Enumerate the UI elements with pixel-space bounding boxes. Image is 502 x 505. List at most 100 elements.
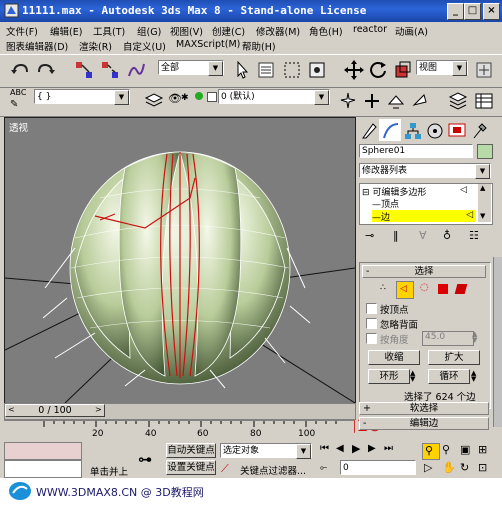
perspective-viewport[interactable]: 透视: [4, 117, 356, 404]
menu-rendering[interactable]: 渲染(R): [79, 39, 112, 53]
layers-toolbar-button[interactable]: [446, 89, 470, 113]
window-crossing-button[interactable]: [305, 58, 329, 82]
ring-spinner[interactable]: ▲ ▼: [410, 370, 415, 383]
object-name-field[interactable]: Sphere01: [359, 144, 473, 158]
schematic-view-button[interactable]: [472, 89, 496, 113]
menu-reactor[interactable]: reactor: [353, 24, 387, 35]
play-icon[interactable]: ▶: [352, 442, 360, 455]
prompt-line[interactable]: [4, 460, 82, 478]
eye-icon[interactable]: 👁: [168, 92, 182, 105]
vertex-mode-icon[interactable]: ∴: [380, 283, 386, 293]
collapse-icon[interactable]: ⊟: [362, 188, 370, 198]
zoom-all-icon[interactable]: ⚲: [442, 443, 450, 456]
auto-key-button[interactable]: 自动关键点: [166, 443, 216, 458]
select-and-link-button[interactable]: [72, 58, 96, 82]
freeze-icon[interactable]: ✱: [181, 93, 189, 103]
angle-field[interactable]: 45.0: [422, 331, 474, 346]
tab-create[interactable]: [357, 119, 379, 141]
object-color-swatch[interactable]: [477, 144, 493, 159]
selected-object-dropdown[interactable]: 选定对象 ▼: [220, 443, 312, 459]
zoom-extents-all-icon[interactable]: ⊞: [478, 443, 487, 456]
loop-spinner[interactable]: ▲ ▼: [471, 370, 476, 383]
named-selection-dropdown[interactable]: { } ▼: [34, 89, 130, 105]
bind-space-warp-button[interactable]: [124, 58, 148, 82]
ignore-backfacing-checkbox[interactable]: [366, 318, 377, 329]
loop-button[interactable]: 循环: [428, 369, 470, 384]
show-end-result-icon[interactable]: ‖: [393, 229, 399, 242]
zoom-extents-icon[interactable]: ▣: [460, 443, 470, 456]
new-layer-button[interactable]: [336, 89, 360, 113]
polygon-mode-icon[interactable]: [438, 284, 448, 294]
menu-tools[interactable]: 工具(T): [93, 24, 125, 38]
maximize-button[interactable]: □: [464, 3, 481, 20]
zoom-button[interactable]: ⚲: [422, 443, 440, 460]
selection-filter-dropdown[interactable]: 全部 ▼: [158, 60, 224, 76]
by-vertex-checkbox[interactable]: [366, 303, 377, 314]
maximize-viewport-icon[interactable]: ⊡: [478, 461, 487, 474]
menu-animation[interactable]: 动画(A): [395, 24, 428, 38]
set-current-layer-button[interactable]: [408, 89, 432, 113]
menu-views[interactable]: 视图(V): [170, 24, 203, 38]
selection-rollout-title[interactable]: - 选择: [362, 265, 486, 278]
pin-stack-icon[interactable]: ⊸: [365, 229, 374, 242]
key-mode-icon[interactable]: ⟜: [320, 463, 327, 473]
menu-character[interactable]: 角色(H): [309, 24, 343, 38]
add-to-layer-button[interactable]: [360, 89, 384, 113]
time-slider-thumb[interactable]: 0 / 100: [5, 404, 105, 417]
scale-button[interactable]: [391, 58, 415, 82]
key-filters-label[interactable]: 关键点过滤器...: [240, 463, 306, 477]
menu-create[interactable]: 创建(C): [212, 24, 245, 38]
go-to-start-icon[interactable]: ⏮: [320, 443, 329, 454]
grow-button[interactable]: 扩大: [428, 350, 480, 365]
slider-next-icon[interactable]: >: [95, 405, 102, 414]
make-unique-icon[interactable]: ∀: [419, 229, 427, 242]
next-frame-icon[interactable]: ▶: [368, 443, 376, 454]
stack-item-vertex[interactable]: —顶点: [372, 197, 399, 210]
scroll-down-icon[interactable]: ▼: [480, 212, 485, 220]
pan-icon[interactable]: ✋: [442, 461, 456, 474]
set-key-button[interactable]: 设置关键点: [166, 460, 216, 475]
shrink-button[interactable]: 收缩: [368, 350, 420, 365]
layer-dropdown[interactable]: 0 (默认) ▼: [218, 89, 330, 105]
angle-spinner[interactable]: ▲ ▼: [472, 331, 477, 344]
configure-sets-icon[interactable]: ☷: [469, 229, 479, 242]
stack-scrollbar[interactable]: ▲ ▼: [478, 184, 491, 222]
rectangular-selection-button[interactable]: [280, 58, 304, 82]
named-selection-icon[interactable]: ✎: [10, 99, 18, 110]
menu-help[interactable]: 帮助(H): [242, 39, 276, 53]
layer-color-swatch[interactable]: [207, 92, 217, 102]
tab-motion[interactable]: [423, 119, 445, 141]
orbit-icon[interactable]: ↻: [460, 461, 469, 474]
close-button[interactable]: ×: [483, 3, 500, 20]
tab-modify[interactable]: [379, 119, 401, 141]
stack-item-edge[interactable]: —边 ◁: [372, 210, 476, 223]
menu-graph-editors[interactable]: 图表编辑器(D): [6, 39, 68, 53]
unlink-button[interactable]: [98, 58, 122, 82]
menu-edit[interactable]: 编辑(E): [50, 24, 82, 38]
field-of-view-icon[interactable]: ▷: [424, 461, 432, 474]
slider-prev-icon[interactable]: <: [8, 405, 15, 414]
by-angle-checkbox[interactable]: [366, 333, 377, 344]
key-icon[interactable]: ⊶: [138, 452, 152, 468]
select-by-name-button[interactable]: [254, 58, 278, 82]
menu-customize[interactable]: 自定义(U): [123, 39, 166, 53]
current-frame-field[interactable]: 0: [340, 460, 416, 475]
select-object-button[interactable]: [230, 58, 254, 82]
undo-button[interactable]: [8, 58, 32, 82]
tab-display[interactable]: [445, 119, 467, 141]
scroll-up-icon[interactable]: ▲: [480, 184, 485, 192]
menu-file[interactable]: 文件(F): [6, 24, 38, 38]
ring-button[interactable]: 环形: [368, 369, 410, 384]
maxscript-listener[interactable]: [4, 442, 82, 460]
layer-manager-button[interactable]: [142, 89, 166, 113]
tab-hierarchy[interactable]: [401, 119, 423, 141]
pivot-center-button[interactable]: [472, 58, 496, 82]
reference-coordinate-dropdown[interactable]: 视图 ▼: [416, 60, 468, 76]
edge-mode-button[interactable]: ◁: [396, 281, 414, 299]
move-button[interactable]: [342, 58, 366, 82]
timeline-ruler[interactable]: 20 40 60 80 100: [4, 420, 354, 439]
border-mode-icon[interactable]: ◌: [420, 282, 429, 293]
modifier-list-dropdown[interactable]: 修改器列表 ▼: [359, 163, 491, 179]
menu-modifiers[interactable]: 修改器(M): [256, 24, 300, 38]
go-to-end-icon[interactable]: ⏭: [384, 443, 393, 454]
